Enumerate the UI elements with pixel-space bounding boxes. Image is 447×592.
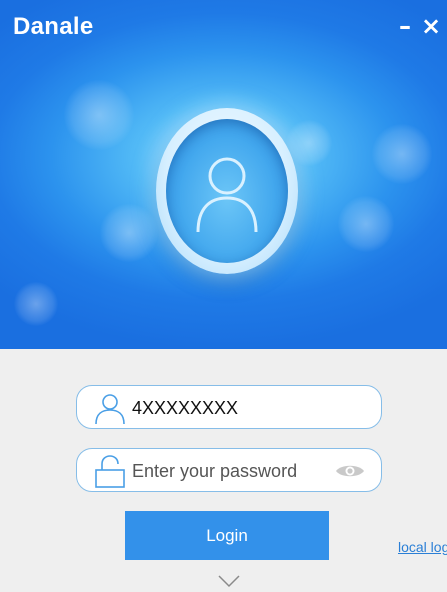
- local-login-link[interactable]: local log: [398, 539, 447, 555]
- login-window: Danale – × 4XXXXXXXX Enter your password…: [0, 0, 447, 592]
- username-field[interactable]: 4XXXXXXXX: [76, 385, 382, 429]
- lock-icon: [95, 455, 125, 488]
- user-avatar-icon: [196, 157, 258, 233]
- app-title: Danale: [13, 13, 94, 40]
- close-button[interactable]: ×: [419, 12, 443, 40]
- user-icon: [95, 394, 125, 425]
- bokeh-light: [338, 196, 394, 252]
- username-value: 4XXXXXXXX: [132, 398, 239, 418]
- bokeh-light: [372, 124, 432, 184]
- bokeh-light: [100, 204, 158, 262]
- eye-icon[interactable]: [335, 463, 365, 479]
- login-button[interactable]: Login: [125, 511, 329, 560]
- bokeh-light: [64, 80, 134, 150]
- bokeh-light: [14, 282, 58, 326]
- chevron-down-icon[interactable]: [218, 574, 240, 588]
- password-field[interactable]: Enter your password: [76, 448, 382, 492]
- password-placeholder: Enter your password: [132, 461, 298, 481]
- header-banner: Danale – ×: [0, 0, 447, 349]
- minimize-button[interactable]: –: [393, 12, 417, 40]
